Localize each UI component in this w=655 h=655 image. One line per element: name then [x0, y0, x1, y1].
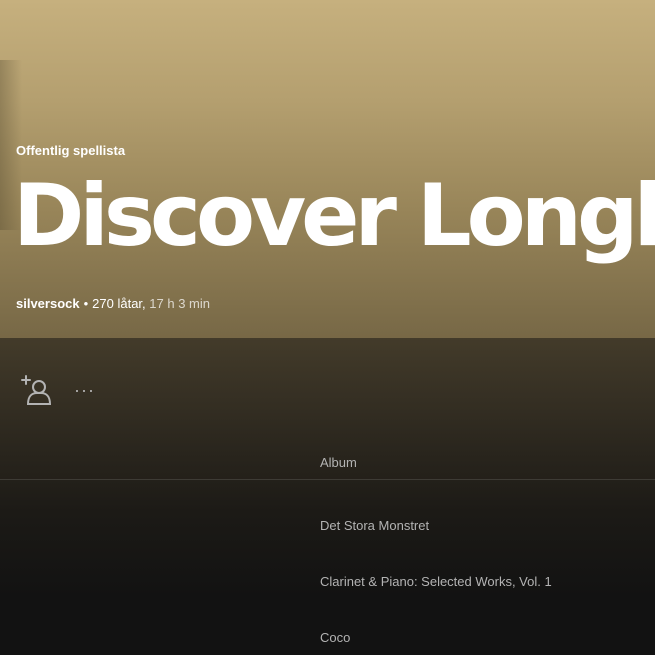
- album-link[interactable]: Clarinet & Piano: Selected Works, Vol. 1: [320, 573, 552, 591]
- more-options-button[interactable]: ···: [74, 378, 104, 402]
- table-row[interactable]: Clarinet & Piano: Selected Works, Vol. 1: [0, 573, 655, 629]
- column-header-album[interactable]: Album: [320, 455, 357, 470]
- album-link[interactable]: Det Stora Monstret: [320, 517, 429, 535]
- playlist-title: Discover Longly: [13, 166, 655, 266]
- table-header-divider: [0, 479, 655, 480]
- playlist-meta: silversock • 270 låtar, 17 h 3 min: [16, 296, 210, 311]
- meta-separator: •: [83, 296, 89, 311]
- track-count: 270 låtar,: [92, 296, 146, 311]
- table-row[interactable]: Det Stora Monstret: [0, 517, 655, 573]
- playlist-owner-link[interactable]: silversock: [16, 296, 80, 311]
- follow-playlist-button[interactable]: [20, 374, 54, 408]
- album-link[interactable]: Coco: [320, 629, 350, 647]
- playlist-duration: 17 h 3 min: [149, 296, 210, 311]
- playlist-page: Offentlig spellista Discover Longly silv…: [0, 0, 655, 655]
- add-user-icon: [21, 375, 52, 405]
- playlist-header: Offentlig spellista Discover Longly silv…: [0, 0, 655, 338]
- table-row[interactable]: Coco: [0, 629, 655, 655]
- playlist-content: ··· Album Det Stora Monstret Clarinet & …: [0, 338, 655, 655]
- playlist-type-label: Offentlig spellista: [16, 143, 126, 158]
